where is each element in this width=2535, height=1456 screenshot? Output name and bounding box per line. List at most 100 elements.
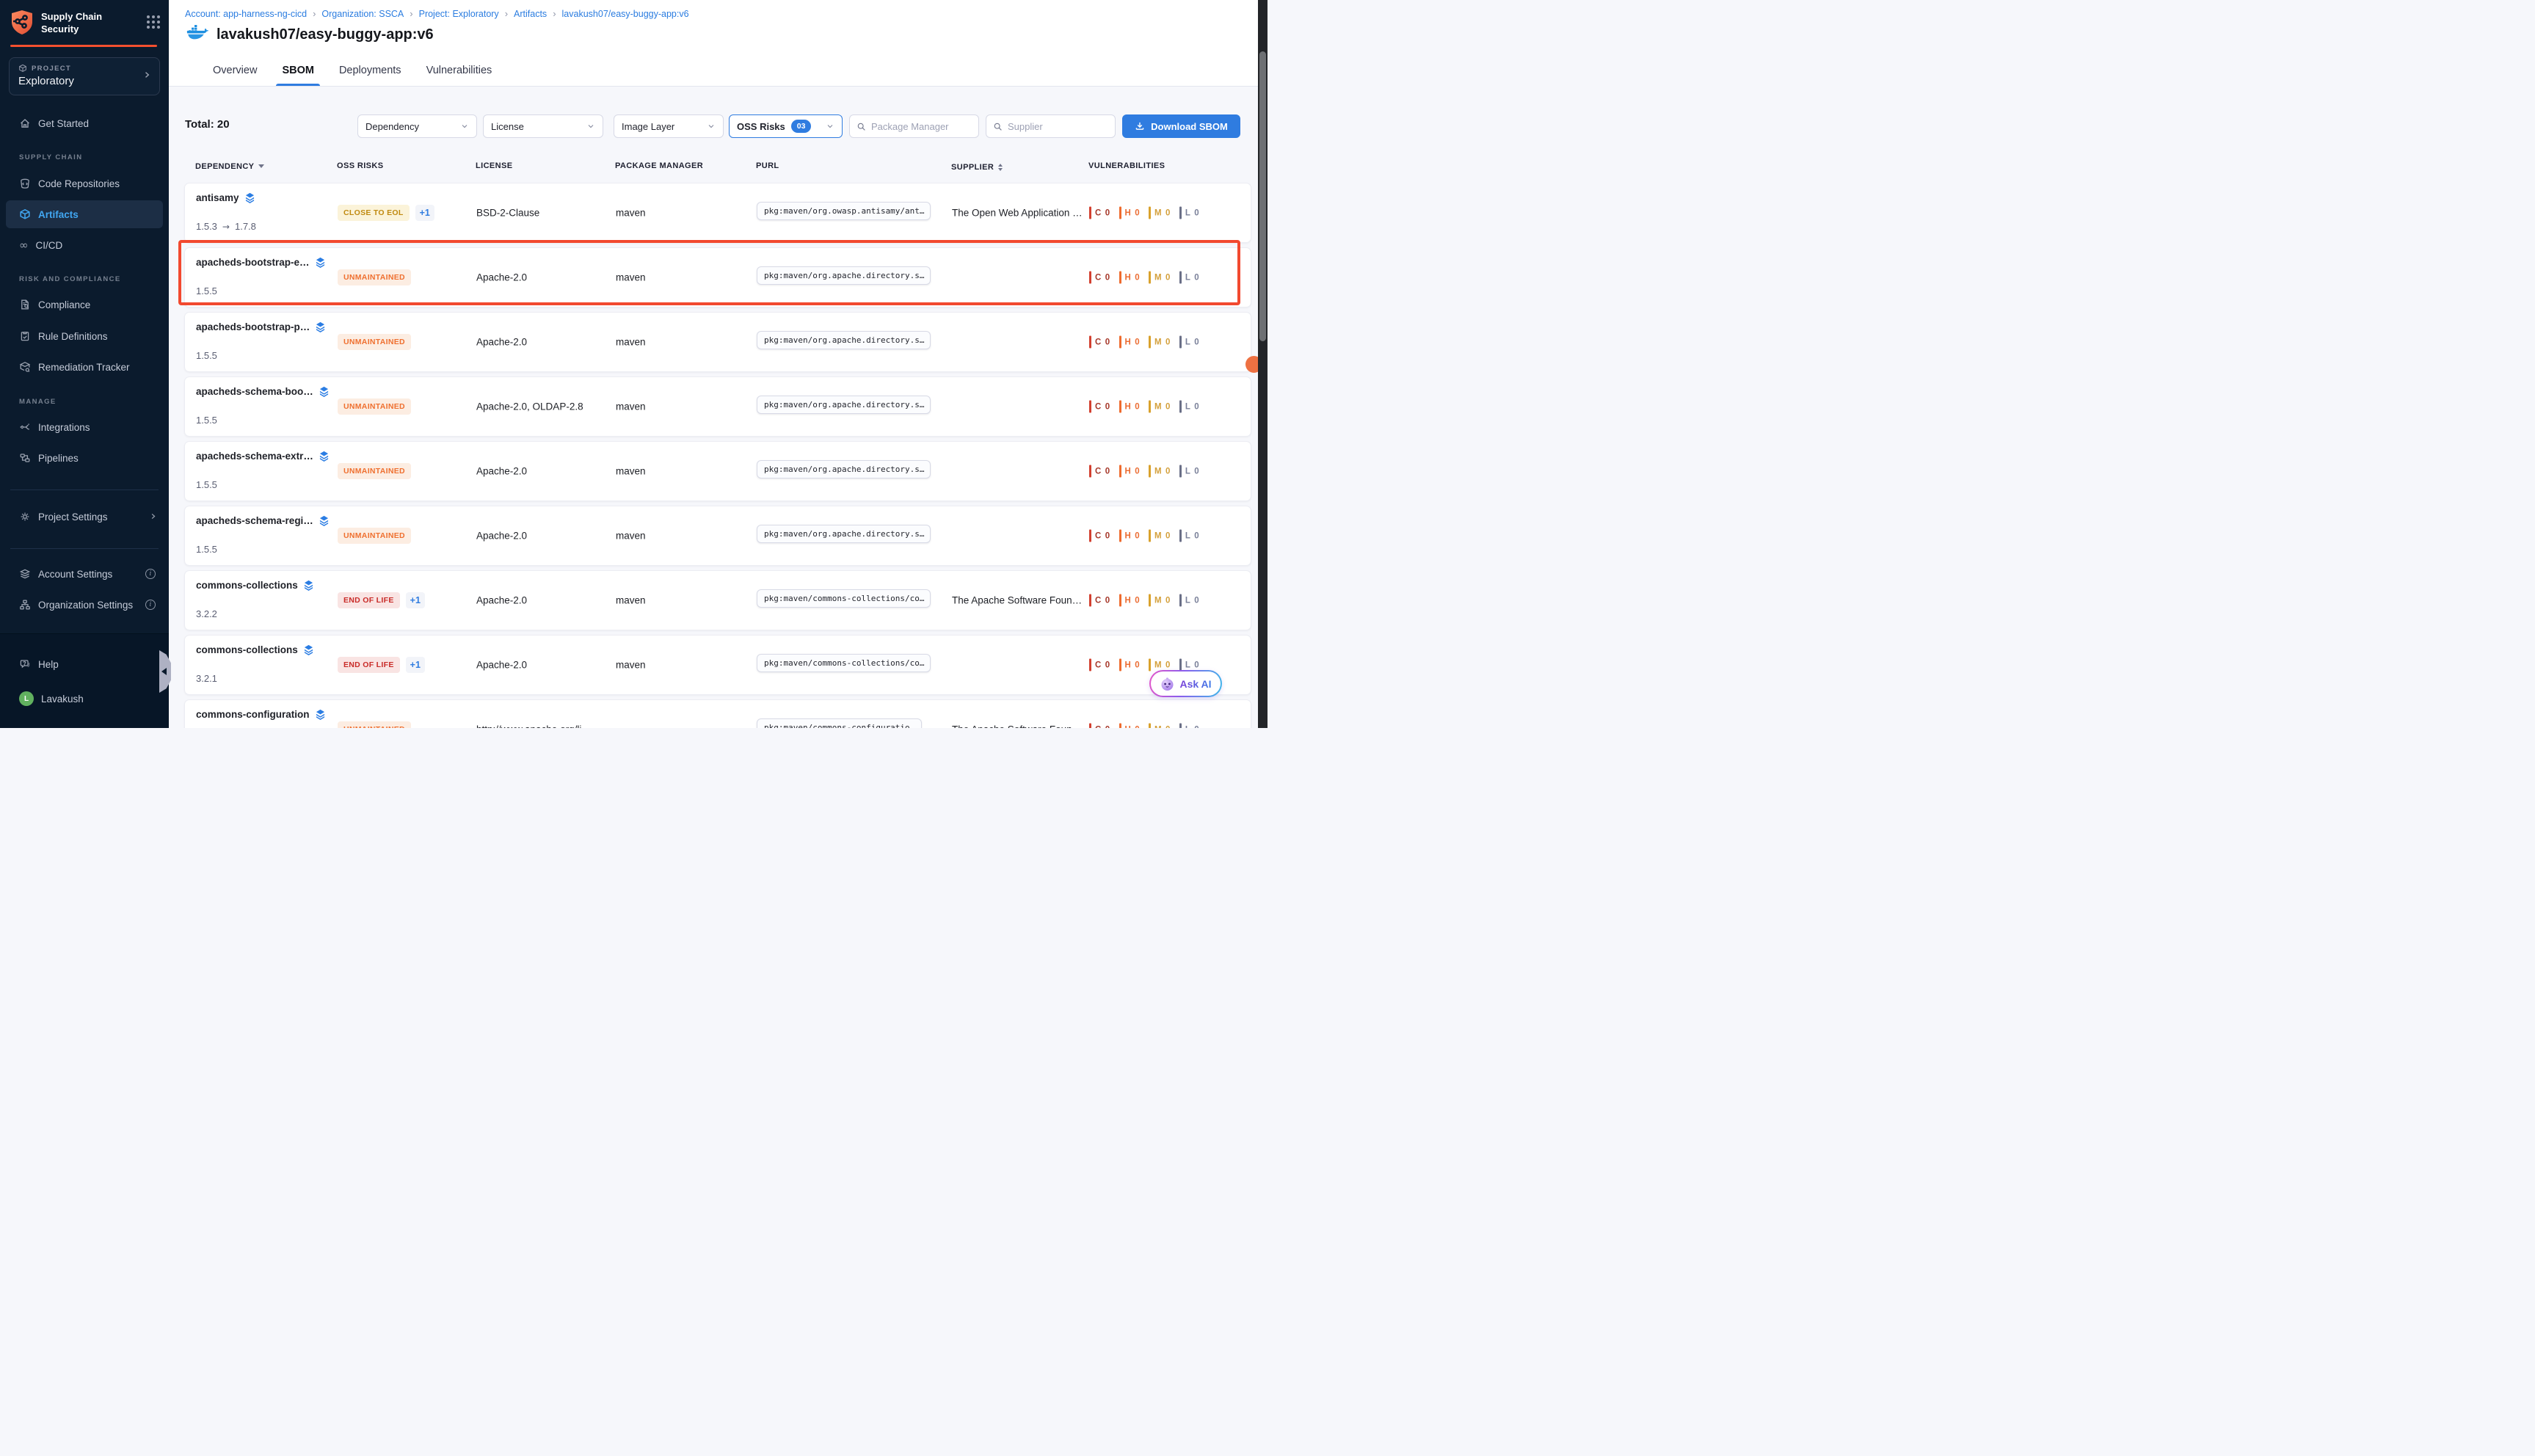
search-icon <box>993 122 1003 131</box>
sidebar-item-integrations[interactable]: Integrations <box>0 416 169 438</box>
column-header-vulnerabilities: VULNERABILITIES <box>1088 161 1165 170</box>
total-count: Total: 20 <box>185 118 230 131</box>
purl-pill[interactable]: pkg:maven/org.owasp.antisamy/ant… <box>757 202 931 220</box>
tab-deployments[interactable]: Deployments <box>338 55 403 86</box>
license-filter-select[interactable]: License <box>483 114 603 138</box>
table-row[interactable]: apacheds-schema-regi… 1.5.5 UNMAINTAINED… <box>184 506 1251 566</box>
upgrade-arrow-icon <box>222 221 230 232</box>
sidebar-divider <box>10 548 159 549</box>
chevron-right-icon <box>142 70 151 83</box>
risk-badge: UNMAINTAINED <box>338 334 411 350</box>
sidebar: Supply Chain Security PROJECT Explorator… <box>0 0 169 728</box>
code-repo-icon <box>19 178 31 189</box>
sidebar-item-remediation-tracker[interactable]: Remediation Tracker <box>0 356 169 378</box>
section-manage: MANAGE <box>19 398 57 406</box>
purl-pill[interactable]: pkg:maven/org.apache.directory.s… <box>757 331 931 349</box>
sidebar-item-pipelines[interactable]: Pipelines <box>0 447 169 469</box>
chevron-down-icon <box>707 122 716 131</box>
pipelines-icon <box>19 452 31 464</box>
table-row[interactable]: commons-collections 3.2.2 END OF LIFE+1 … <box>184 570 1251 630</box>
chevron-right-icon <box>149 512 157 523</box>
license-cell: Apache-2.0, OLDAP-2.8 <box>476 401 583 412</box>
tab-sbom[interactable]: SBOM <box>280 55 316 86</box>
dependency-filter-select[interactable]: Dependency <box>357 114 477 138</box>
tab-overview[interactable]: Overview <box>211 55 258 86</box>
tab-vulnerabilities[interactable]: Vulnerabilities <box>425 55 494 86</box>
sidebar-item-project-settings[interactable]: Project Settings <box>0 506 169 528</box>
vulnerability-counts: C0 H0 M0 L0 <box>1089 594 1199 607</box>
table-row[interactable]: apacheds-bootstrap-e… 1.5.5 UNMAINTAINED… <box>184 247 1251 307</box>
download-sbom-button[interactable]: Download SBOM <box>1122 114 1240 138</box>
logo-row: Supply Chain Security <box>10 10 160 40</box>
sidebar-bottom-section: Help L Lavakush <box>0 633 169 728</box>
table-row[interactable]: antisamy 1.5.31.7.8 CLOSE TO EOL+1 BSD-2… <box>184 183 1251 243</box>
sidebar-item-cicd[interactable]: ∞ CI/CD <box>0 234 169 256</box>
low-bar <box>1179 207 1182 219</box>
image-layer-filter-select[interactable]: Image Layer <box>614 114 724 138</box>
risk-extra-chip[interactable]: +1 <box>406 657 425 673</box>
critical-bar <box>1089 207 1091 219</box>
sidebar-item-compliance[interactable]: Compliance <box>0 294 169 316</box>
table-row[interactable]: apacheds-bootstrap-p… 1.5.5 UNMAINTAINED… <box>184 312 1251 372</box>
help-chat-icon <box>19 658 31 670</box>
purl-pill[interactable]: pkg:maven/commons-collections/co… <box>757 589 931 608</box>
supplier-input[interactable] <box>1008 121 1108 132</box>
layers-icon <box>315 709 326 720</box>
account-layers-icon <box>19 568 31 580</box>
breadcrumb-separator-icon <box>410 8 412 19</box>
layers-icon <box>244 192 255 203</box>
table-row[interactable]: commons-configuration UNMAINTAINED http:… <box>184 699 1251 728</box>
purl-pill[interactable]: pkg:maven/org.apache.directory.s… <box>757 460 931 478</box>
table-row[interactable]: apacheds-schema-extr… 1.5.5 UNMAINTAINED… <box>184 441 1251 501</box>
clipboard-check-icon <box>19 330 31 342</box>
vulnerability-counts: C0 H0 M0 L0 <box>1089 465 1199 478</box>
column-header-supplier[interactable]: SUPPLIER <box>951 161 1003 173</box>
purl-pill[interactable]: pkg:maven/org.apache.directory.s… <box>757 266 931 285</box>
sidebar-item-help[interactable]: Help <box>0 653 169 675</box>
oss-risks-filter-select[interactable]: OSS Risks 03 <box>729 114 843 138</box>
module-grid-icon[interactable] <box>147 15 160 29</box>
download-icon <box>1135 121 1145 131</box>
package-manager-cell: maven <box>616 337 646 348</box>
license-cell: Apache-2.0 <box>476 595 527 606</box>
content-area: Account: app-harness-ng-cicd Organizatio… <box>169 0 1258 728</box>
license-cell: Apache-2.0 <box>476 660 527 671</box>
purl-pill[interactable]: pkg:maven/commons-collections/co… <box>757 654 931 672</box>
purl-pill[interactable]: pkg:maven/org.apache.directory.s… <box>757 525 931 543</box>
breadcrumb-artifacts[interactable]: Artifacts <box>514 9 547 19</box>
sidebar-user[interactable]: L Lavakush <box>0 688 169 710</box>
risk-extra-chip[interactable]: +1 <box>406 592 425 608</box>
risk-badge: END OF LIFE <box>338 592 400 608</box>
breadcrumb-organization[interactable]: Organization: SSCA <box>321 9 404 19</box>
infinity-icon: ∞ <box>19 240 29 251</box>
breadcrumb-project[interactable]: Project: Exploratory <box>419 9 499 19</box>
page-title: lavakush07/easy-buggy-app:v6 <box>217 26 434 43</box>
document-search-icon <box>19 299 31 310</box>
sidebar-item-code-repositories[interactable]: Code Repositories <box>0 172 169 194</box>
info-icon[interactable]: i <box>145 569 156 579</box>
breadcrumb-account[interactable]: Account: app-harness-ng-cicd <box>185 9 307 19</box>
risk-extra-chip[interactable]: +1 <box>415 205 434 221</box>
harness-shield-logo <box>10 10 34 40</box>
info-icon[interactable]: i <box>145 600 156 610</box>
purl-pill[interactable]: pkg:maven/commons-configuratio… <box>757 718 922 728</box>
sidebar-item-account-settings[interactable]: Account Settings i <box>0 563 169 585</box>
project-selector[interactable]: PROJECT Exploratory <box>9 57 160 95</box>
layers-icon <box>315 321 326 332</box>
column-header-dependency[interactable]: DEPENDENCY <box>195 161 264 171</box>
table-row[interactable]: commons-collections 3.2.1 END OF LIFE+1 … <box>184 635 1251 695</box>
sidebar-item-organization-settings[interactable]: Organization Settings i <box>0 594 169 616</box>
package-manager-cell: maven <box>616 531 646 542</box>
package-manager-input[interactable] <box>871 121 972 132</box>
breadcrumb-current[interactable]: lavakush07/easy-buggy-app:v6 <box>562 9 689 19</box>
scrollbar-thumb[interactable] <box>1259 51 1266 341</box>
purl-pill[interactable]: pkg:maven/org.apache.directory.s… <box>757 396 931 414</box>
table-row[interactable]: apacheds-schema-boo… 1.5.5 UNMAINTAINED … <box>184 376 1251 437</box>
sidebar-item-artifacts[interactable]: Artifacts <box>6 200 163 228</box>
package-manager-cell: maven <box>616 660 646 671</box>
page-scrollbar[interactable] <box>1258 0 1268 728</box>
sidebar-item-get-started[interactable]: Get Started <box>0 112 169 134</box>
sidebar-item-rule-definitions[interactable]: Rule Definitions <box>0 325 169 347</box>
ask-ai-button[interactable]: Ask AI <box>1149 670 1222 697</box>
license-cell: Apache-2.0 <box>476 466 527 477</box>
